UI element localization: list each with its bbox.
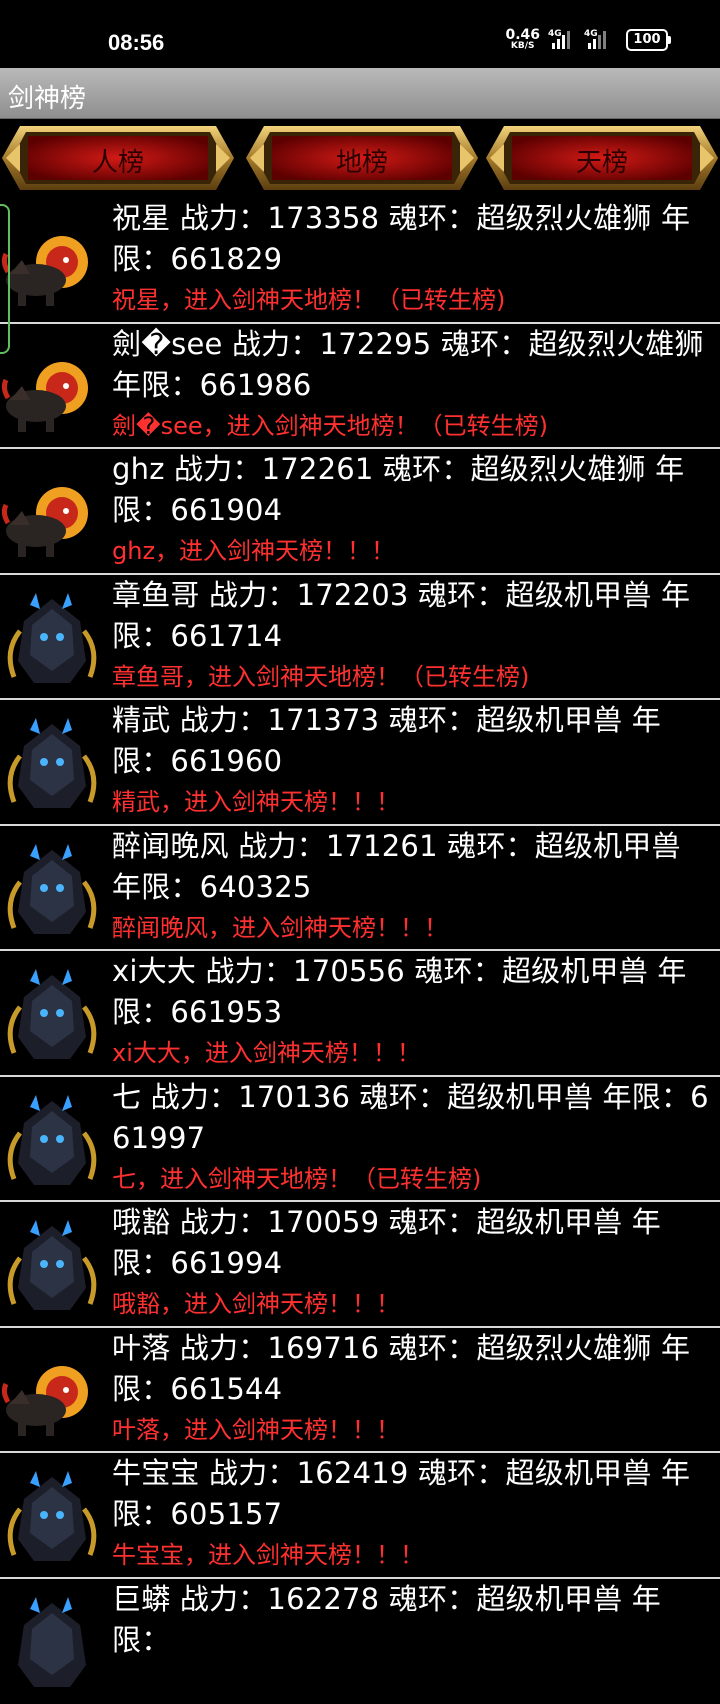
list-item[interactable]: 劍�see 战力：172295 魂环：超级烈火雄狮 年限：661986 劍�se…	[0, 324, 720, 450]
lion-pet-icon	[0, 1344, 104, 1444]
rank-entry-text: 劍�see 战力：172295 魂环：超级烈火雄狮 年限：661986	[112, 324, 716, 406]
rank-announcement: 章鱼哥，进入剑神天地榜！（已转生榜)	[112, 657, 529, 697]
status-time: 08:56	[108, 30, 164, 56]
list-item[interactable]: 叶落 战力：169716 魂环：超级烈火雄狮 年限：661544 叶落，进入剑神…	[0, 1328, 720, 1454]
mech-pet-icon	[0, 1218, 104, 1318]
selection-indicator	[0, 204, 10, 354]
list-item[interactable]: 哦豁 战力：170059 魂环：超级机甲兽 年限：661994 哦豁，进入剑神天…	[0, 1202, 720, 1328]
rank-entry-text: 醉闻晚风 战力：171261 魂环：超级机甲兽 年限：640325	[112, 826, 716, 908]
tab-label: 天榜	[486, 142, 718, 179]
lion-pet-icon	[0, 465, 104, 565]
rank-announcement: 七，进入剑神天地榜！（已转生榜)	[112, 1159, 481, 1199]
list-item[interactable]: 章鱼哥 战力：172203 魂环：超级机甲兽 年限：661714 章鱼哥，进入剑…	[0, 575, 720, 701]
battery-icon: 100	[626, 29, 668, 51]
rank-entry-text: 精武 战力：171373 魂环：超级机甲兽 年限：661960	[112, 700, 716, 782]
rank-entry-text: 哦豁 战力：170059 魂环：超级机甲兽 年限：661994	[112, 1202, 716, 1284]
rank-announcement: xi大大，进入剑神天榜！！！	[112, 1033, 421, 1073]
lion-pet-icon	[0, 214, 104, 314]
list-item[interactable]: 醉闻晚风 战力：171261 魂环：超级机甲兽 年限：640325 醉闻晚风，进…	[0, 826, 720, 952]
rank-entry-text: 牛宝宝 战力：162419 魂环：超级机甲兽 年限：605157	[112, 1453, 716, 1535]
mech-pet-icon	[0, 1469, 104, 1569]
rank-announcement: 精武，进入剑神天榜！！！	[112, 782, 400, 822]
tab-label: 人榜	[2, 142, 234, 179]
rank-entry-text: 七 战力：170136 魂环：超级机甲兽 年限：661997	[112, 1077, 716, 1159]
status-indicators: 0.46 KB/S 4G 4G 100	[505, 28, 668, 51]
rank-announcement: 祝星，进入剑神天地榜！（已转生榜)	[112, 280, 505, 320]
tab-tian-bang[interactable]: 天榜	[486, 122, 718, 194]
rank-announcement: 劍�see，进入剑神天地榜！（已转生榜)	[112, 406, 548, 446]
rank-entry-text: ghz 战力：172261 魂环：超级烈火雄狮 年限：661904	[112, 449, 716, 531]
mech-pet-icon	[0, 967, 104, 1067]
list-item[interactable]: ghz 战力：172261 魂环：超级烈火雄狮 年限：661904 ghz，进入…	[0, 449, 720, 575]
rank-announcement: ghz，进入剑神天榜！！！	[112, 531, 395, 571]
list-item[interactable]: 祝星 战力：173358 魂环：超级烈火雄狮 年限：661829 祝星，进入剑神…	[0, 198, 720, 324]
ranking-tabs: 人榜 地榜 天榜	[0, 118, 720, 198]
mech-pet-icon	[0, 842, 104, 942]
signal-icon: 4G	[582, 29, 612, 51]
network-speed: 0.46 KB/S	[505, 28, 540, 51]
status-bar: 08:56 0.46 KB/S 4G 4G 100	[0, 0, 720, 68]
battery-level: 100	[633, 32, 660, 47]
network-speed-unit: KB/S	[511, 42, 535, 51]
signal-network-label: 4G	[548, 29, 562, 39]
rank-entry-text: 叶落 战力：169716 魂环：超级烈火雄狮 年限：661544	[112, 1328, 716, 1410]
rank-announcement: 哦豁，进入剑神天榜！！！	[112, 1284, 400, 1324]
signal-icon: 4G	[546, 29, 576, 51]
list-item[interactable]: 精武 战力：171373 魂环：超级机甲兽 年限：661960 精武，进入剑神天…	[0, 700, 720, 826]
lion-pet-icon	[0, 340, 104, 440]
tab-label: 地榜	[246, 142, 478, 179]
list-item[interactable]: 牛宝宝 战力：162419 魂环：超级机甲兽 年限：605157 牛宝宝，进入剑…	[0, 1453, 720, 1579]
list-item[interactable]: 七 战力：170136 魂环：超级机甲兽 年限：661997 七，进入剑神天地榜…	[0, 1077, 720, 1203]
tab-di-bang[interactable]: 地榜	[246, 122, 478, 194]
tab-ren-bang[interactable]: 人榜	[2, 122, 234, 194]
rank-entry-text: xi大大 战力：170556 魂环：超级机甲兽 年限：661953	[112, 951, 716, 1033]
network-speed-value: 0.46	[505, 28, 540, 42]
rank-entry-text: 祝星 战力：173358 魂环：超级烈火雄狮 年限：661829	[112, 198, 716, 280]
list-item[interactable]: xi大大 战力：170556 魂环：超级机甲兽 年限：661953 xi大大，进…	[0, 951, 720, 1077]
rank-entry-text: 章鱼哥 战力：172203 魂环：超级机甲兽 年限：661714	[112, 575, 716, 657]
signal-network-label: 4G	[584, 29, 598, 39]
mech-pet-icon	[0, 1595, 104, 1695]
app-bar: 剑神榜	[0, 68, 720, 119]
rank-announcement: 叶落，进入剑神天榜！！！	[112, 1410, 400, 1450]
ranking-list: 祝星 战力：173358 魂环：超级烈火雄狮 年限：661829 祝星，进入剑神…	[0, 198, 720, 1704]
mech-pet-icon	[0, 716, 104, 816]
mech-pet-icon	[0, 1093, 104, 1193]
mech-pet-icon	[0, 591, 104, 691]
rank-announcement: 牛宝宝，进入剑神天榜！！！	[112, 1535, 424, 1575]
rank-entry-text: 巨蟒 战力：162278 魂环：超级机甲兽 年限：	[112, 1579, 716, 1661]
rank-announcement: 醉闻晚风，进入剑神天榜！！！	[112, 908, 448, 948]
list-item[interactable]: 巨蟒 战力：162278 魂环：超级机甲兽 年限：	[0, 1579, 720, 1704]
app-title: 剑神榜	[8, 78, 86, 115]
